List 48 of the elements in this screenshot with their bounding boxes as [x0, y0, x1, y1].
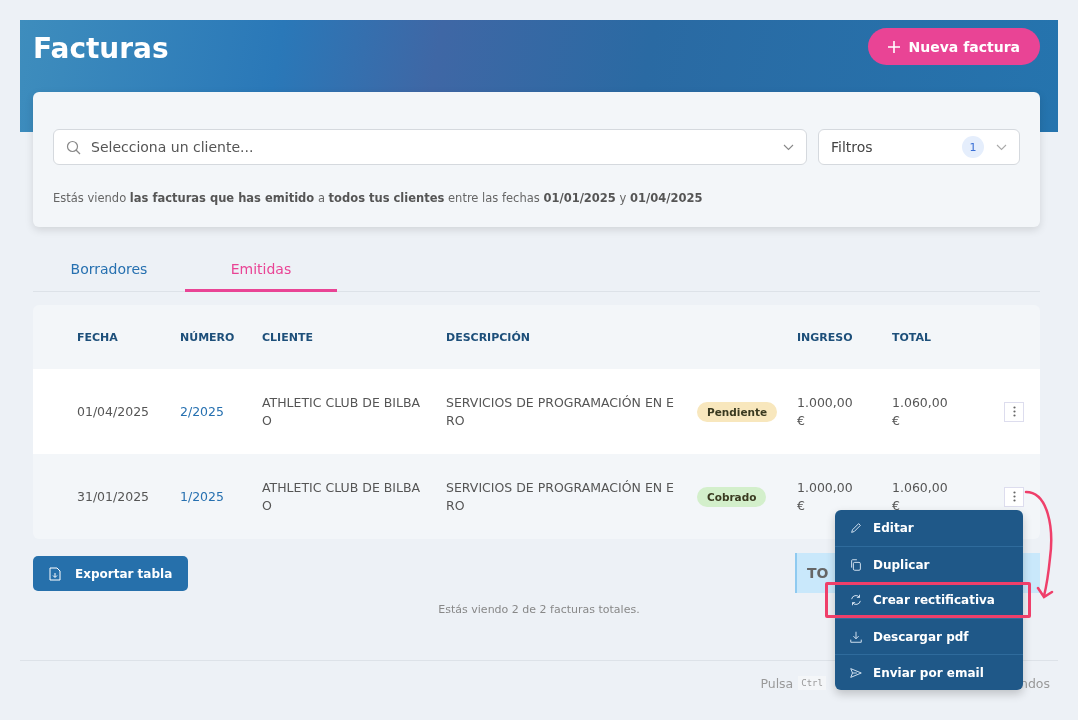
table-cell-text: ATHLETIC CLUB DE BILBAO	[262, 478, 422, 515]
filters-dropdown[interactable]: Filtros 1	[818, 129, 1020, 165]
column-header: NÚMERO	[180, 330, 236, 344]
invoice-number-link[interactable]: 1/2025	[180, 489, 262, 504]
more-icon	[1012, 491, 1016, 502]
status-tag: Cobrado	[697, 486, 767, 507]
tab[interactable]: Borradores	[33, 247, 185, 292]
column-header: FECHA	[77, 330, 119, 344]
table-cell-text: 01/04/2025	[77, 404, 151, 419]
send-icon	[849, 665, 863, 680]
menu-item[interactable]: Enviar por email	[835, 654, 1023, 690]
column-header: TOTAL	[892, 330, 933, 344]
key-label: Ctrl	[798, 676, 826, 690]
more-options-button[interactable]	[1004, 486, 1024, 507]
client-select[interactable]: Selecciona un cliente...	[53, 129, 807, 165]
table-cell-text: 31/01/2025	[77, 489, 151, 504]
status-tag: Pendiente	[697, 401, 778, 422]
chevron-down-icon	[996, 143, 1007, 151]
table-cell-text: SERVICIOS DE PROGRAMACIÓN EN ERO	[446, 393, 676, 430]
edit-icon	[849, 521, 863, 535]
search-icon	[66, 139, 81, 155]
filter-count-badge: 1	[962, 136, 984, 158]
column-header: INGRESO	[797, 330, 854, 344]
menu-item[interactable]: Crear rectificativa	[825, 582, 1031, 618]
file-download-icon	[49, 566, 61, 581]
invoice-number-link[interactable]: 2/2025	[180, 404, 262, 419]
page-title: Facturas	[33, 32, 169, 65]
summary-text: Estás viendo las facturas que has emitido a todos tus clientes entre las fechas 01/01/2025 y 01/04/2025	[53, 191, 704, 205]
export-table-button[interactable]: Exportar tabla	[33, 556, 189, 591]
duplicate-icon	[849, 557, 863, 572]
more-icon	[1012, 406, 1016, 417]
table-cell-text: 1.060,00 €	[892, 393, 949, 430]
menu-item[interactable]: Duplicar	[835, 546, 1023, 582]
table-cell-text: 1.000,00 €	[797, 393, 854, 430]
hint-text: Pulsa	[760, 675, 794, 691]
more-options-button[interactable]	[1004, 401, 1024, 422]
download-icon	[849, 629, 863, 644]
plus-icon	[887, 40, 900, 53]
column-header: CLIENTE	[262, 330, 314, 344]
menu-item[interactable]: Descargar pdf	[835, 618, 1023, 654]
table-cell-text: SERVICIOS DE PROGRAMACIÓN EN ERO	[446, 478, 676, 515]
client-select-field[interactable]: Selecciona un cliente...	[89, 138, 775, 156]
new-invoice-button[interactable]: Nueva factura	[867, 28, 1040, 65]
chevron-down-icon	[783, 143, 794, 151]
column-header: DESCRIPCIÓN	[446, 330, 531, 344]
refresh-icon	[849, 593, 863, 607]
table-cell-text: ATHLETIC CLUB DE BILBAO	[262, 393, 422, 430]
count-text: Estás viendo 2 de 2 facturas totales.	[437, 603, 641, 616]
